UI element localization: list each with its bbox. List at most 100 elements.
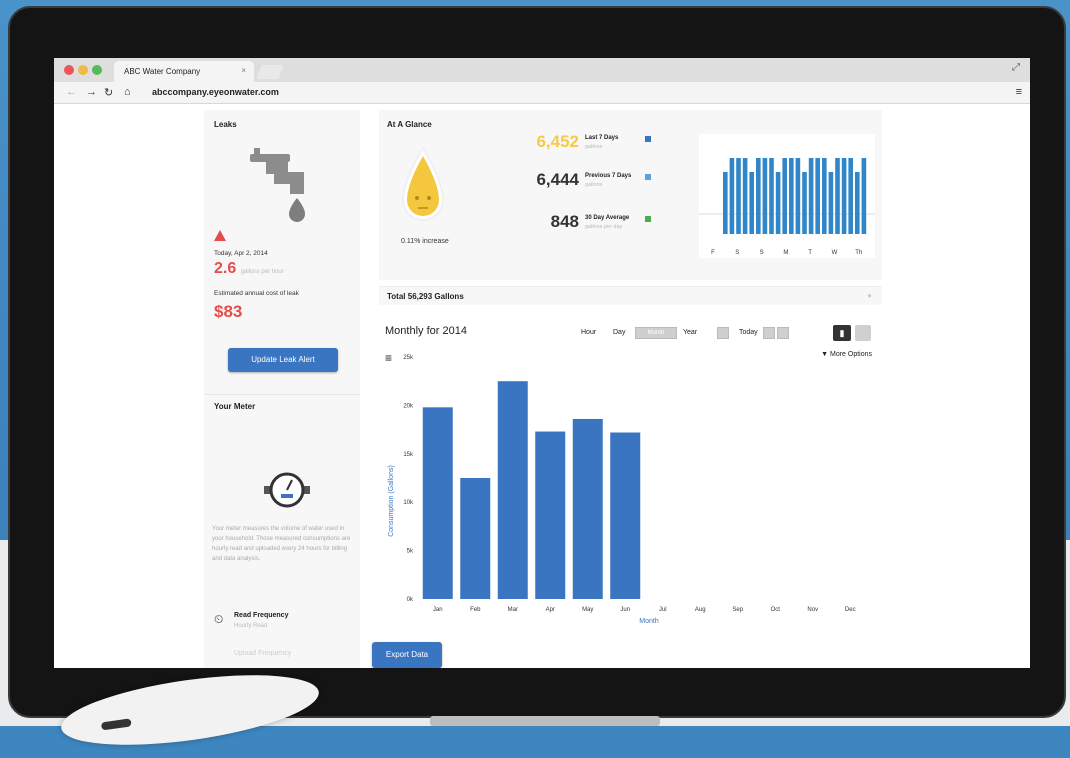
tab-bar: ABC Water Company × ⤢ [54,58,1030,82]
y-tick-label: 5k [407,549,414,555]
leak-rate-value: 2.6 [214,260,237,277]
next-range-button[interactable] [763,327,775,339]
totals-title: Total 56,293 Gallons [387,292,464,301]
stat-label: Previous 7 Days [585,173,632,179]
forward-arrow-icon[interactable]: → [86,86,97,98]
x-tick-label: Oct [771,607,781,613]
x-tick-label: Mar [508,607,518,613]
y-tick-label: 15k [403,452,414,458]
leaks-title: Leaks [214,120,237,129]
stat-label: 30 Day Average [585,215,630,221]
stat-sub: gallons [585,182,603,188]
home-icon[interactable]: ⌂ [124,86,131,98]
monthly-consumption-chart: 0k 5k 10k 15k 20k 25k Jan Feb Mar Apr May Jun Jul Au… [388,355,856,625]
prev-range-button[interactable] [717,327,729,339]
mini-bar [749,172,754,234]
help-icon[interactable]: ● [867,291,872,300]
y-tick-label: 25k [403,355,414,361]
mini-bar [769,158,774,234]
mini-bar [775,172,781,234]
mini-day-label: M [783,250,788,256]
read-frequency-value: Hourly Read [234,623,268,629]
reload-icon[interactable]: ↻ [104,86,113,99]
tab-title: ABC Water Company [124,67,201,76]
url-field[interactable]: abccompany.eyeonwater.com [152,87,279,97]
mini-bar [808,158,814,234]
leak-rate-unit: gallons per hour [240,269,284,275]
close-window-icon[interactable] [64,65,74,75]
legend-square [645,136,651,142]
mini-day-label: S [760,250,764,256]
minimize-window-icon[interactable] [78,65,88,75]
faucet-icon [250,148,305,222]
new-tab-button[interactable] [256,65,284,79]
page-content: Leaks Today, Apr 2, 2014 2.6 gallons per… [54,104,1030,668]
fullscreen-icon[interactable]: ⤢ [1012,62,1020,73]
stat-label: Last 7 Days [585,135,619,141]
mini-bar [835,158,840,234]
totals-subtitle: Monthly for 2014 [385,325,467,337]
bar-mar[interactable] [497,381,528,599]
bar-jun[interactable] [610,432,641,599]
back-arrow-icon[interactable]: ← [66,86,77,98]
stat-value: 6,452 [536,132,579,151]
bar-chart-view-icon[interactable]: ▮ [833,325,851,341]
mini-bar [822,158,827,234]
bar-jan[interactable] [422,407,453,599]
range-hour[interactable]: Hour [581,329,596,336]
update-leak-alert-button[interactable]: Update Leak Alert [228,348,338,372]
legend-square [645,174,651,180]
meter-description: Your meter measures the volume of water … [212,526,351,562]
legend-square [645,216,651,222]
range-month[interactable]: Month [635,327,677,339]
glance-title: At A Glance [387,120,432,129]
export-data-button[interactable]: Export Data [372,642,442,668]
increase-text: 0.11% increase [401,238,449,245]
last-range-button[interactable] [777,327,789,339]
mini-weekly-chart: F S S M T W Th [699,134,875,258]
water-meter-icon [264,472,310,508]
table-view-icon[interactable] [855,325,871,341]
monitor-stand [430,716,660,726]
mini-bar [802,172,807,234]
mini-day-label: Th [855,250,862,256]
x-tick-label: Jul [659,607,667,613]
x-tick-label: May [582,607,593,613]
y-tick-label: 0k [407,597,414,603]
stat-sub: gallons [585,144,603,150]
x-tick-label: Sep [732,607,743,613]
range-year[interactable]: Year [683,329,697,336]
mini-bar [756,158,761,234]
x-tick-label: Jan [433,607,443,613]
clock-icon: ⏲ [214,612,224,626]
stat-value: 848 [550,212,579,231]
x-tick-label: Feb [470,607,481,613]
range-day[interactable]: Day [613,329,625,336]
mini-day-label: W [832,250,838,256]
browser-tab[interactable]: ABC Water Company × [114,61,254,82]
consumption-panel: Total 56,293 Gallons ● Monthly for 2014 … [379,286,882,638]
x-tick-label: Nov [807,607,818,613]
mini-day-label: T [808,250,812,256]
leak-date: Today, Apr 2, 2014 [214,250,268,257]
bar-feb[interactable] [460,478,491,599]
x-axis-label: Month [639,618,659,625]
bar-may[interactable] [572,418,603,599]
alert-icon [214,230,226,241]
mini-bar [841,158,847,234]
mini-bar [828,172,834,234]
read-frequency-label: Read Frequency [234,612,289,619]
browser-menu-icon[interactable]: ≡ [1016,86,1022,98]
at-a-glance-panel: At A Glance 0.11% increase 6,452 Last 7 … [379,110,882,280]
maximize-window-icon[interactable] [92,65,102,75]
mini-bar [762,158,768,234]
y-tick-label: 20k [403,403,414,409]
annual-cost-label: Estimated annual cost of leak [214,290,299,297]
upload-frequency-label: Upload Frequency [234,650,292,657]
y-axis-label: Consumption (Gallons) [388,465,395,537]
today-button[interactable]: Today [739,329,758,336]
tab-close-icon[interactable]: × [241,66,246,75]
bar-apr[interactable] [535,431,566,599]
mini-bar [855,172,860,234]
mini-bar [795,158,801,234]
